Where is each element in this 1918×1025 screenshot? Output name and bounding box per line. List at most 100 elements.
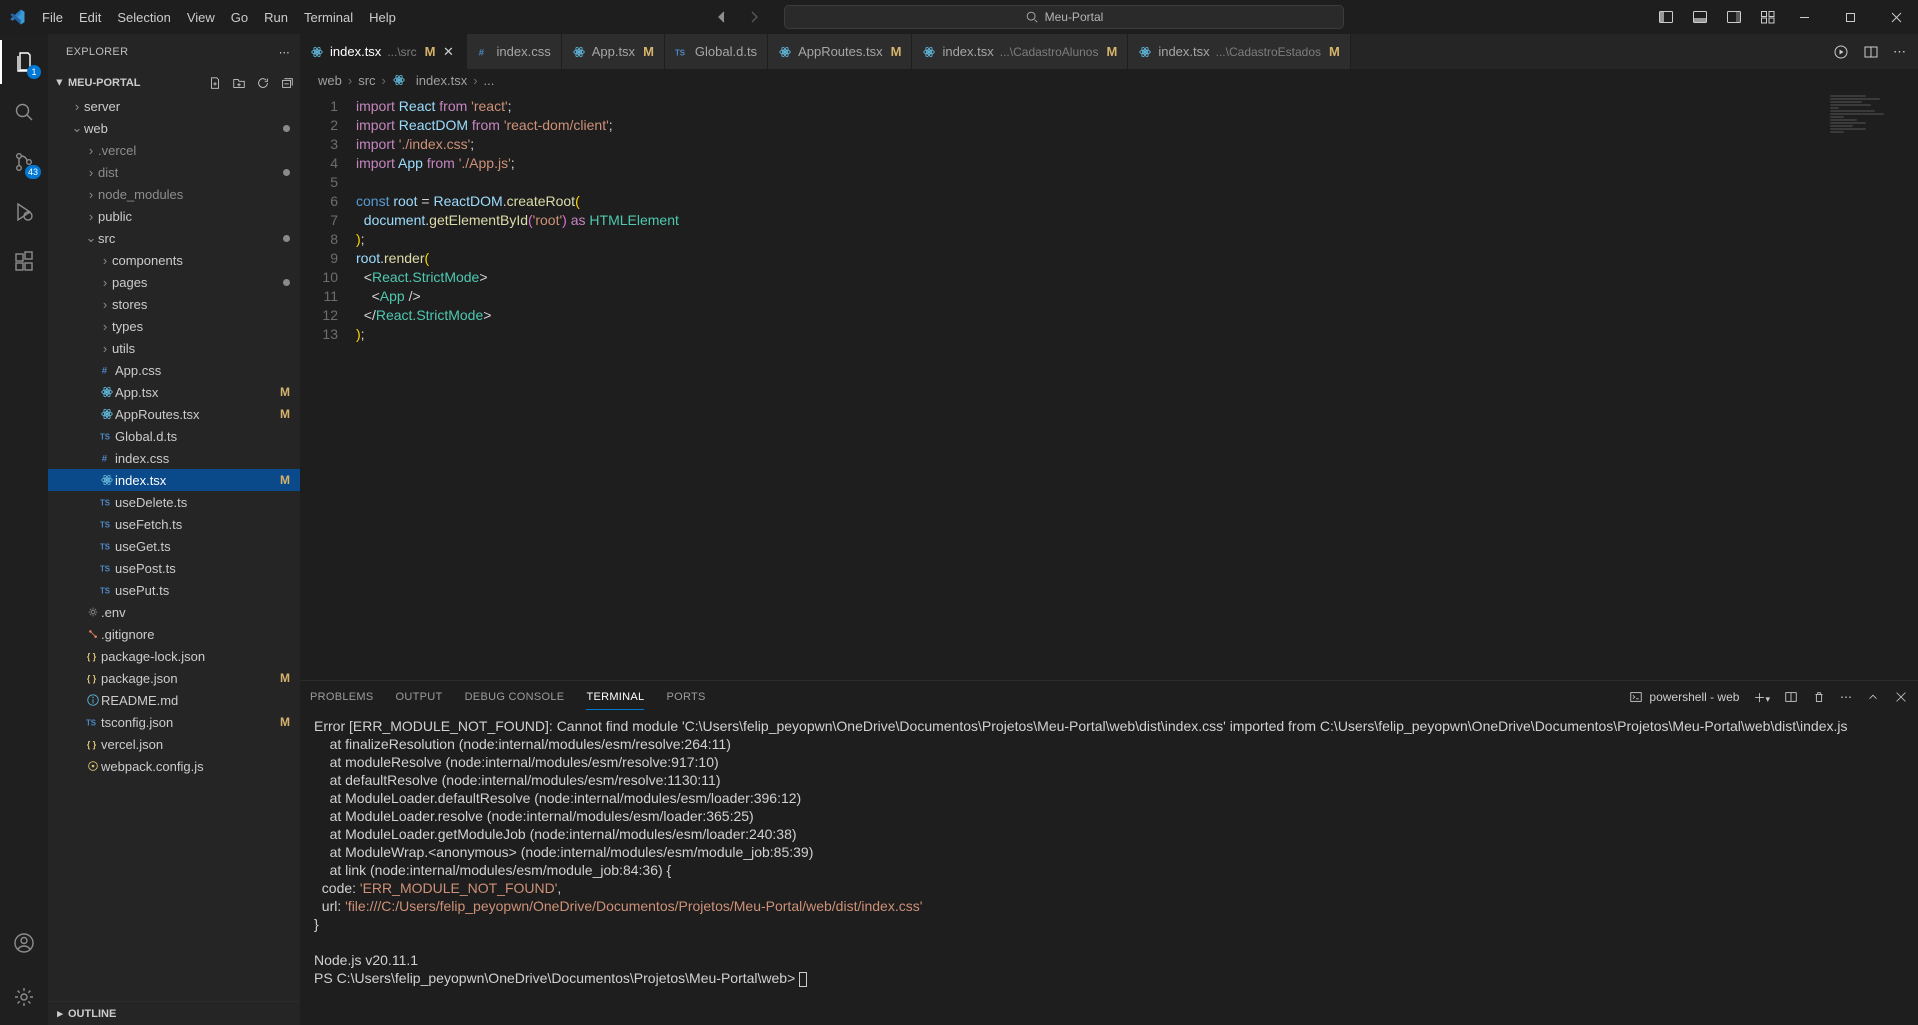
panel-tab-ports[interactable]: PORTS bbox=[666, 685, 705, 709]
file-useFetch.ts[interactable]: TSuseFetch.ts bbox=[48, 513, 300, 535]
tab-close-icon[interactable]: ✕ bbox=[442, 44, 456, 60]
scm-badge: 43 bbox=[25, 165, 41, 179]
folder-web[interactable]: ⌄web bbox=[48, 117, 300, 139]
folder-utils[interactable]: ›utils bbox=[48, 337, 300, 359]
folder-dist[interactable]: ›dist bbox=[48, 161, 300, 183]
menu-terminal[interactable]: Terminal bbox=[296, 6, 361, 29]
command-center[interactable]: Meu-Portal bbox=[784, 5, 1344, 29]
activity-explorer[interactable]: 1 bbox=[0, 40, 48, 84]
terminal-output[interactable]: Error [ERR_MODULE_NOT_FOUND]: Cannot fin… bbox=[300, 713, 1918, 1025]
tab-Global.d.ts[interactable]: TSGlobal.d.ts bbox=[665, 34, 768, 69]
explorer-more-icon[interactable]: ⋯ bbox=[279, 46, 290, 59]
window-close-button[interactable] bbox=[1874, 0, 1918, 34]
menu-view[interactable]: View bbox=[179, 6, 223, 29]
file-index.css[interactable]: #index.css bbox=[48, 447, 300, 469]
file-index.tsx[interactable]: index.tsxM bbox=[48, 469, 300, 491]
file-package-lock.json[interactable]: { }package-lock.json bbox=[48, 645, 300, 667]
menu-selection[interactable]: Selection bbox=[109, 6, 178, 29]
activity-search[interactable] bbox=[0, 90, 48, 134]
refresh-icon[interactable] bbox=[256, 76, 270, 90]
file-README.md[interactable]: README.md bbox=[48, 689, 300, 711]
folder-src[interactable]: ⌄src bbox=[48, 227, 300, 249]
chevron-right-icon: ▸ bbox=[52, 1007, 68, 1020]
breadcrumb-src[interactable]: src bbox=[358, 73, 375, 88]
menu-go[interactable]: Go bbox=[223, 6, 256, 29]
window-minimize-button[interactable] bbox=[1782, 0, 1826, 34]
minimap[interactable] bbox=[1824, 95, 1914, 215]
activity-source-control[interactable]: 43 bbox=[0, 140, 48, 184]
activity-run-debug[interactable] bbox=[0, 190, 48, 234]
code-editor[interactable]: 12345678910111213 import React from 'rea… bbox=[300, 91, 1918, 680]
file-.gitignore[interactable]: .gitignore bbox=[48, 623, 300, 645]
tab-index.tsx[interactable]: index.tsx...\CadastroEstadosM bbox=[1128, 34, 1351, 69]
menu-help[interactable]: Help bbox=[361, 6, 404, 29]
tab-index.css[interactable]: #index.css bbox=[467, 34, 562, 69]
folder-stores[interactable]: ›stores bbox=[48, 293, 300, 315]
code-content[interactable]: import React from 'react';import ReactDO… bbox=[356, 91, 1918, 680]
terminal-kill-icon[interactable] bbox=[1812, 690, 1826, 704]
menu-run[interactable]: Run bbox=[256, 6, 296, 29]
folder-components[interactable]: ›components bbox=[48, 249, 300, 271]
terminal-split-icon[interactable] bbox=[1784, 690, 1798, 704]
terminal-shell-label[interactable]: powershell - web bbox=[1629, 690, 1739, 704]
menu-file[interactable]: File bbox=[34, 6, 71, 29]
panel-close-icon[interactable] bbox=[1894, 690, 1908, 704]
file-vercel.json[interactable]: { }vercel.json bbox=[48, 733, 300, 755]
nav-forward-icon[interactable] bbox=[746, 9, 762, 25]
run-icon[interactable] bbox=[1833, 44, 1849, 60]
folder-node_modules[interactable]: ›node_modules bbox=[48, 183, 300, 205]
panel-tab-terminal[interactable]: TERMINAL bbox=[586, 685, 644, 710]
tab-AppRoutes.tsx[interactable]: AppRoutes.tsxM bbox=[768, 34, 912, 69]
breadcrumb-web[interactable]: web bbox=[318, 73, 342, 88]
file-AppRoutes.tsx[interactable]: AppRoutes.tsxM bbox=[48, 403, 300, 425]
panel-maximize-icon[interactable] bbox=[1866, 690, 1880, 704]
line-gutter: 12345678910111213 bbox=[300, 91, 356, 680]
collapse-all-icon[interactable] bbox=[280, 76, 294, 90]
new-file-icon[interactable] bbox=[208, 76, 222, 90]
layout-toggle-left-icon[interactable] bbox=[1658, 9, 1674, 25]
file-package.json[interactable]: { }package.jsonM bbox=[48, 667, 300, 689]
outline-section[interactable]: ▸ OUTLINE bbox=[48, 1001, 300, 1025]
folder-.vercel[interactable]: ›.vercel bbox=[48, 139, 300, 161]
layout-customize-icon[interactable] bbox=[1760, 9, 1776, 25]
tab-index.tsx[interactable]: index.tsx...\srcM✕ bbox=[300, 34, 467, 69]
file-usePost.ts[interactable]: TSusePost.ts bbox=[48, 557, 300, 579]
breadcrumb-...[interactable]: ... bbox=[484, 73, 495, 88]
file-useGet.ts[interactable]: TSuseGet.ts bbox=[48, 535, 300, 557]
terminal-new-icon[interactable]: ＋▾ bbox=[1753, 689, 1770, 706]
file-App.css[interactable]: #App.css bbox=[48, 359, 300, 381]
tab-App.tsx[interactable]: App.tsxM bbox=[562, 34, 665, 69]
file-webpack.config.js[interactable]: webpack.config.js bbox=[48, 755, 300, 777]
file-App.tsx[interactable]: App.tsxM bbox=[48, 381, 300, 403]
file-Global.d.ts[interactable]: TSGlobal.d.ts bbox=[48, 425, 300, 447]
file-tsconfig.json[interactable]: TStsconfig.jsonM bbox=[48, 711, 300, 733]
new-folder-icon[interactable] bbox=[232, 76, 246, 90]
folder-types[interactable]: ›types bbox=[48, 315, 300, 337]
project-section[interactable]: ▸ MEU-PORTAL bbox=[48, 70, 300, 95]
svg-text:TS: TS bbox=[100, 433, 110, 442]
tab-index.tsx[interactable]: index.tsx...\CadastroAlunosM bbox=[912, 34, 1128, 69]
split-editor-icon[interactable] bbox=[1863, 44, 1879, 60]
panel-tab-output[interactable]: OUTPUT bbox=[396, 685, 443, 709]
file-tree[interactable]: ›server⌄web›.vercel›dist›node_modules›pu… bbox=[48, 95, 300, 1001]
panel-tab-problems[interactable]: PROBLEMS bbox=[310, 685, 374, 709]
nav-back-icon[interactable] bbox=[714, 9, 730, 25]
activity-extensions[interactable] bbox=[0, 240, 48, 284]
panel-tab-debug-console[interactable]: DEBUG CONSOLE bbox=[465, 685, 565, 709]
panel-more-icon[interactable]: ⋯ bbox=[1840, 690, 1852, 704]
menu-edit[interactable]: Edit bbox=[71, 6, 109, 29]
layout-toggle-bottom-icon[interactable] bbox=[1692, 9, 1708, 25]
folder-pages[interactable]: ›pages bbox=[48, 271, 300, 293]
tab-more-icon[interactable]: ⋯ bbox=[1893, 44, 1906, 60]
breadcrumb[interactable]: web›src›index.tsx›... bbox=[300, 69, 1918, 91]
folder-public[interactable]: ›public bbox=[48, 205, 300, 227]
folder-server[interactable]: ›server bbox=[48, 95, 300, 117]
window-maximize-button[interactable] bbox=[1828, 0, 1872, 34]
activity-accounts[interactable] bbox=[0, 921, 48, 965]
file-useDelete.ts[interactable]: TSuseDelete.ts bbox=[48, 491, 300, 513]
layout-toggle-right-icon[interactable] bbox=[1726, 9, 1742, 25]
breadcrumb-index.tsx[interactable]: index.tsx bbox=[416, 73, 467, 88]
file-.env[interactable]: .env bbox=[48, 601, 300, 623]
file-usePut.ts[interactable]: TSusePut.ts bbox=[48, 579, 300, 601]
activity-settings[interactable] bbox=[0, 975, 48, 1019]
